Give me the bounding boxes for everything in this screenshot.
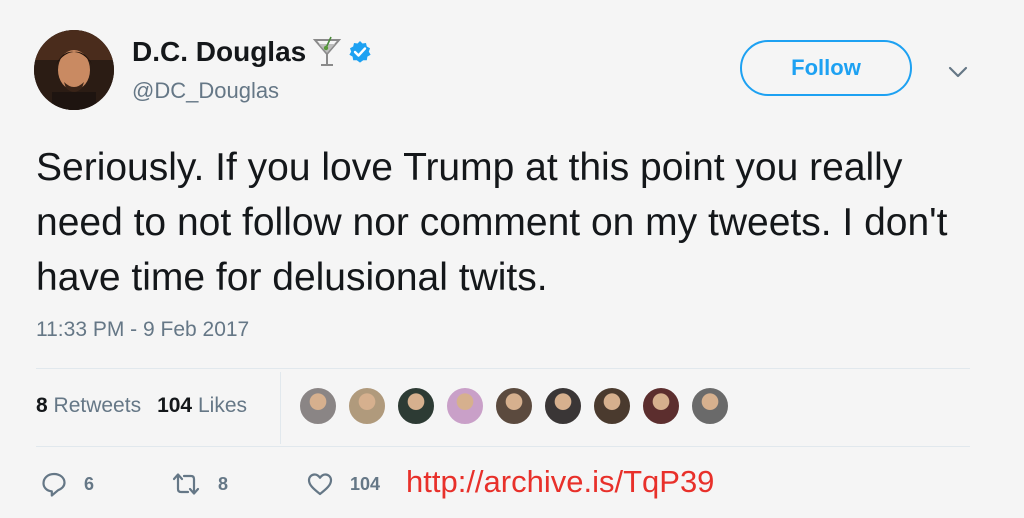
retweet-icon [172, 473, 200, 495]
retweets-count: 8 [36, 394, 48, 417]
like-button[interactable]: 104 [306, 470, 380, 498]
like-count: 104 [350, 473, 381, 494]
liker-avatar[interactable] [445, 386, 485, 426]
chevron-down-icon[interactable] [946, 60, 970, 84]
liker-avatar[interactable] [494, 386, 534, 426]
retweet-button[interactable]: 8 [170, 470, 228, 498]
archive-link[interactable]: http://archive.is/TqP39 [406, 464, 714, 500]
author-name[interactable]: D.C. Douglas [132, 36, 306, 68]
retweet-count: 8 [218, 473, 229, 494]
engagement-stats: 8 Retweets 104 Likes [36, 394, 247, 418]
avatar-image [34, 30, 114, 110]
author-handle[interactable]: @DC_Douglas [132, 78, 279, 104]
likes-stat[interactable]: 104 Likes [157, 394, 247, 417]
liker-avatar[interactable] [690, 386, 730, 426]
liker-avatar[interactable] [592, 386, 632, 426]
heart-icon [307, 473, 333, 496]
liker-avatars [298, 386, 739, 426]
tweet-card: D.C. Douglas @DC_Douglas Follow Seriousl… [0, 0, 1024, 518]
author-name-row[interactable]: D.C. Douglas [132, 36, 372, 68]
stats-separator [280, 372, 281, 444]
liker-avatar[interactable] [396, 386, 436, 426]
reply-icon [42, 472, 66, 497]
reply-button[interactable]: 6 [40, 470, 94, 498]
follow-button[interactable]: Follow [740, 40, 912, 96]
verified-badge-icon [348, 40, 372, 64]
reply-count: 6 [84, 473, 95, 494]
liker-avatar[interactable] [347, 386, 387, 426]
divider [36, 368, 970, 369]
liker-avatar[interactable] [641, 386, 681, 426]
likes-label: Likes [197, 394, 247, 417]
likes-count: 104 [157, 394, 193, 417]
divider [36, 446, 970, 447]
avatar[interactable] [34, 30, 114, 110]
retweets-label: Retweets [53, 394, 142, 417]
liker-avatar[interactable] [298, 386, 338, 426]
retweets-stat[interactable]: 8 Retweets [36, 394, 141, 417]
tweet-timestamp[interactable]: 11:33 PM - 9 Feb 2017 [36, 318, 249, 342]
tweet-text: Seriously. If you love Trump at this poi… [36, 146, 948, 299]
liker-avatar[interactable] [543, 386, 583, 426]
martini-glass-icon [312, 36, 342, 68]
